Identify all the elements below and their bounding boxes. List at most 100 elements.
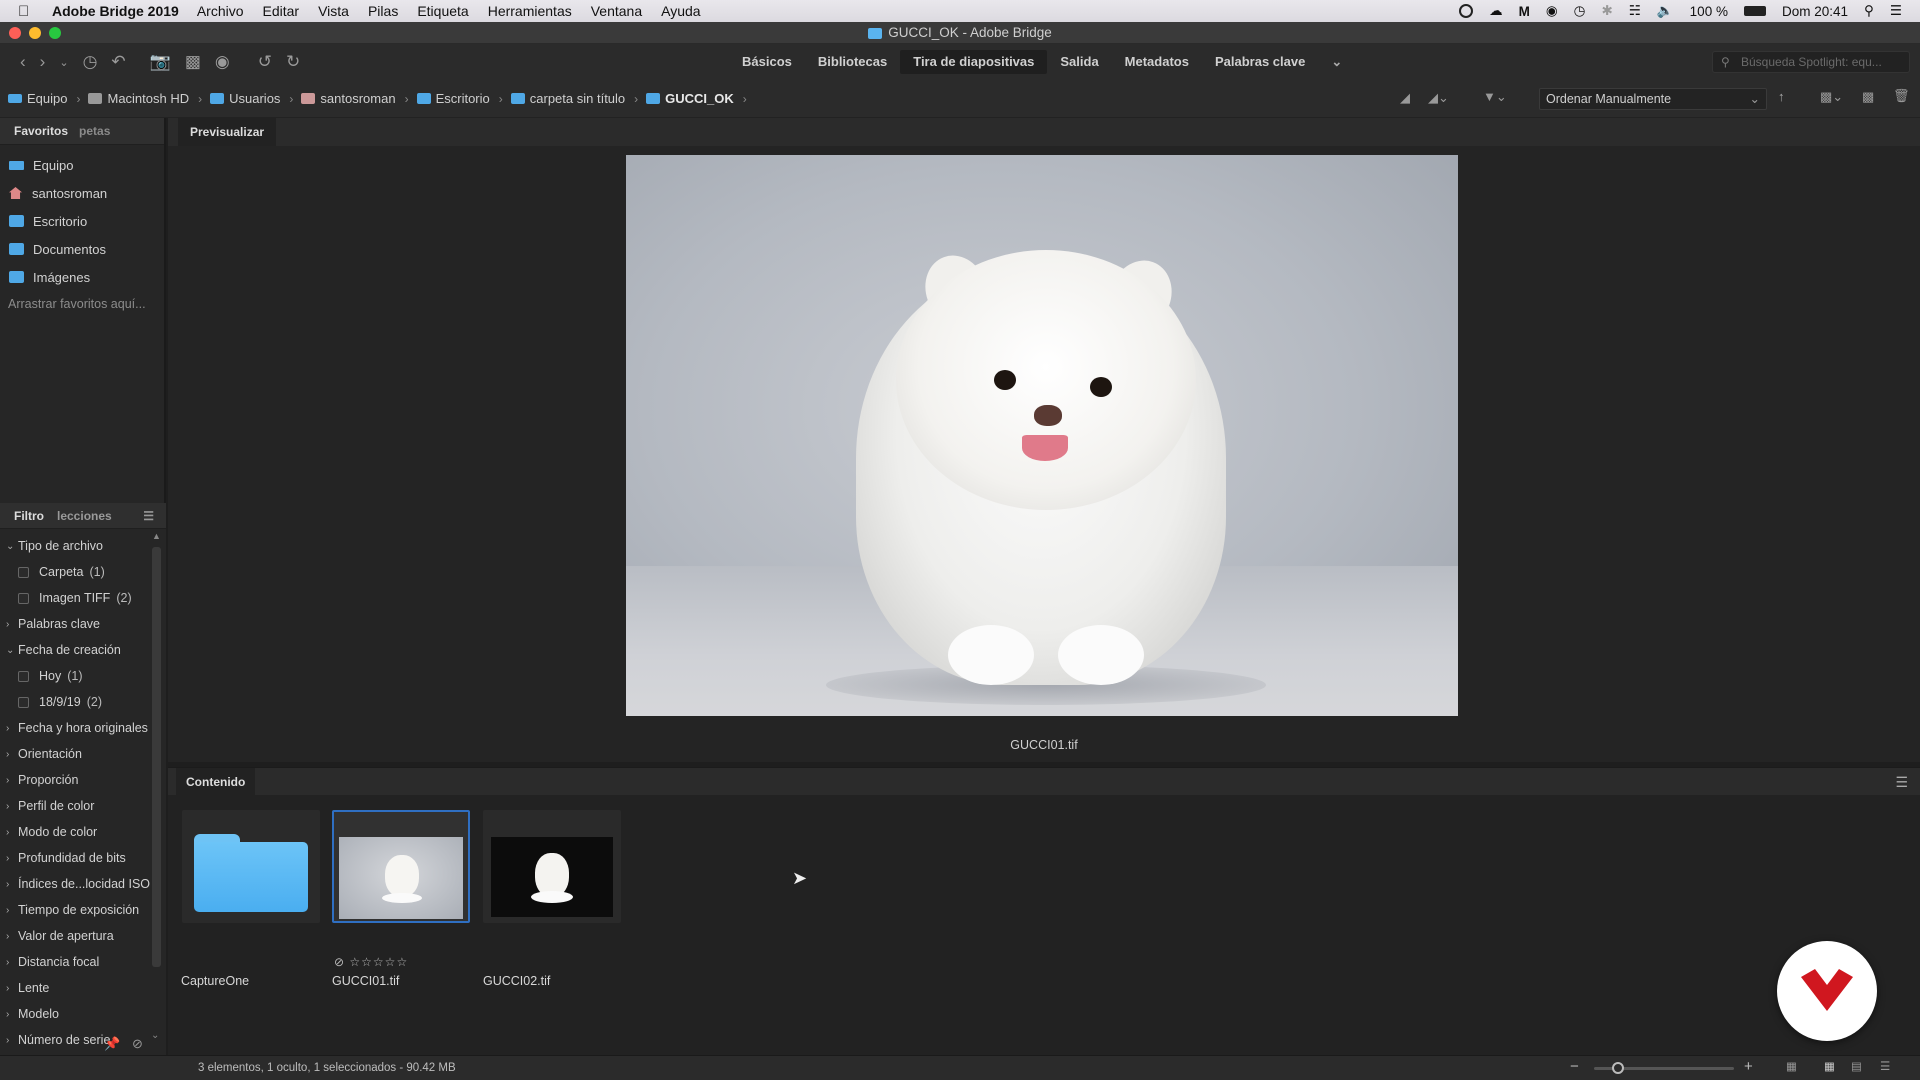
filter-scroll-down-icon[interactable]: ⌄ — [151, 1030, 159, 1041]
breadcrumb-escritorio[interactable]: Escritorio › — [416, 91, 503, 106]
rotate-right-icon[interactable]: ↻ — [286, 52, 300, 72]
reject-icon[interactable]: ⊘ — [334, 955, 345, 969]
filter-option[interactable]: 18/9/19 (2) — [0, 689, 166, 715]
menu-etiqueta[interactable]: Etiqueta — [417, 3, 468, 19]
workspace-more-chevron-icon[interactable]: ⌄ — [1318, 50, 1355, 74]
thumbnail-captureone[interactable] — [182, 810, 320, 923]
chevron-right-icon[interactable]: › — [6, 749, 18, 760]
chevron-right-icon[interactable]: › — [6, 879, 18, 890]
spotlight-icon[interactable]: ⚲ — [1864, 3, 1874, 19]
favorite-equipo[interactable]: Equipo — [0, 151, 164, 179]
menu-archivo[interactable]: Archivo — [197, 3, 244, 19]
filter-category[interactable]: › Orientación — [0, 741, 166, 767]
panel-menu-icon[interactable]: ☰ — [1895, 774, 1908, 791]
new-folder-dropdown-icon[interactable]: ▩⌄ — [1820, 89, 1843, 105]
chevron-right-icon[interactable]: › — [6, 619, 18, 630]
details-view-icon[interactable]: ▤ — [1851, 1059, 1862, 1073]
filter-category[interactable]: › Modelo — [0, 1001, 166, 1027]
clock[interactable]: Dom 20:41 — [1782, 4, 1848, 19]
app-menu[interactable]: Adobe Bridge 2019 — [52, 3, 179, 19]
favorite-santosroman[interactable]: santosroman — [0, 179, 164, 207]
chevron-down-icon[interactable]: ⌄ — [6, 541, 18, 552]
filter-category[interactable]: › Palabras clave — [0, 611, 166, 637]
thumbnail-size-slider[interactable] — [1594, 1062, 1734, 1074]
workspace-salida[interactable]: Salida — [1047, 50, 1111, 74]
menu-ayuda[interactable]: Ayuda — [661, 3, 700, 19]
rating-filter-icon[interactable]: ◢⌄ — [1428, 90, 1449, 106]
chevron-right-icon[interactable]: › — [6, 801, 18, 812]
tab-colecciones[interactable]: lecciones — [44, 509, 112, 523]
minimize-window-button[interactable] — [29, 27, 41, 39]
chevron-down-icon[interactable]: ⌄ — [59, 56, 68, 69]
tab-carpetas[interactable]: petas — [75, 124, 110, 138]
filter-category[interactable]: › Proporción — [0, 767, 166, 793]
thumbnail-view-icon[interactable]: ▦ — [1824, 1059, 1835, 1073]
chevron-right-icon[interactable]: › — [6, 1035, 18, 1046]
notification-center-icon[interactable]: ☰ — [1890, 3, 1902, 19]
favorite-imagenes[interactable]: Imágenes — [0, 263, 164, 291]
breadcrumb-carpeta-sin-titulo[interactable]: carpeta sin título › — [510, 91, 638, 106]
record-icon[interactable] — [1459, 4, 1474, 18]
chevron-right-icon[interactable]: › — [6, 775, 18, 786]
filter-category[interactable]: › Profundidad de bits — [0, 845, 166, 871]
tab-previsualizar[interactable]: Previsualizar — [178, 118, 277, 146]
filter-checkbox[interactable] — [18, 592, 29, 604]
creative-cloud-icon[interactable]: ☁ — [1489, 3, 1503, 19]
thumbnail-gucci02[interactable] — [483, 810, 621, 923]
filter-category[interactable]: ⌄ Tipo de archivo — [0, 533, 166, 559]
airdrop-icon[interactable]: ◉ — [1546, 3, 1558, 19]
chevron-right-icon[interactable]: › — [6, 983, 18, 994]
forward-icon[interactable]: › — [40, 52, 46, 72]
zoom-window-button[interactable] — [49, 27, 61, 39]
clear-filter-icon[interactable]: ⊘ — [132, 1036, 143, 1052]
filter-category[interactable]: › Fecha y hora originales — [0, 715, 166, 741]
filter-category[interactable]: › Valor de apertura — [0, 923, 166, 949]
filter-scroll-up-icon[interactable]: ▲ — [152, 531, 161, 541]
filter-option[interactable]: Carpeta (1) — [0, 559, 166, 585]
recent-files-icon[interactable]: ◷ — [83, 52, 98, 72]
menu-herramientas[interactable]: Herramientas — [488, 3, 572, 19]
breadcrumb-gucci-ok[interactable]: GUCCI_OK › — [646, 91, 747, 106]
apple-menu-icon[interactable]:  — [18, 3, 40, 20]
slider-knob[interactable] — [1612, 1062, 1624, 1074]
back-icon[interactable]: ‹ — [20, 52, 26, 72]
list-view-icon[interactable]: ☰ — [1880, 1059, 1890, 1073]
filter-funnel-icon[interactable]: ▼⌄ — [1483, 89, 1507, 105]
sort-dropdown[interactable]: Ordenar Manualmente ⌄ — [1539, 88, 1767, 110]
workspace-bibliotecas[interactable]: Bibliotecas — [805, 50, 900, 74]
camera-import-icon[interactable]: 📷 — [150, 52, 171, 72]
chevron-right-icon[interactable]: › — [6, 957, 18, 968]
preview-image-pomeranian[interactable] — [626, 155, 1458, 716]
sort-ascending-icon[interactable]: ↑ — [1778, 89, 1785, 104]
filter-checkbox[interactable] — [18, 670, 29, 682]
volume-icon[interactable]: 🔈 — [1657, 3, 1674, 19]
tab-contenido[interactable]: Contenido — [176, 768, 256, 796]
trash-icon[interactable]: 🗑 — [1893, 88, 1910, 104]
workspace-tira-de-diapositivas[interactable]: Tira de diapositivas — [900, 50, 1048, 74]
filter-option[interactable]: Imagen TIFF (2) — [0, 585, 166, 611]
chevron-right-icon[interactable]: › — [6, 931, 18, 942]
tab-favoritos[interactable]: Favoritos — [0, 124, 75, 138]
close-window-button[interactable] — [9, 27, 21, 39]
filter-category[interactable]: › Perfil de color — [0, 793, 166, 819]
menu-ventana[interactable]: Ventana — [591, 3, 642, 19]
filter-scrollbar[interactable] — [152, 547, 161, 967]
filter-category[interactable]: › Distancia focal — [0, 949, 166, 975]
chevron-right-icon[interactable]: › — [6, 905, 18, 916]
favorite-documentos[interactable]: Documentos — [0, 235, 164, 263]
chevron-right-icon[interactable]: › — [6, 827, 18, 838]
workspace-palabras-clave[interactable]: Palabras clave — [1202, 50, 1318, 74]
zoom-out-icon[interactable]: − — [1570, 1058, 1579, 1075]
filter-category[interactable]: › Tiempo de exposición — [0, 897, 166, 923]
breadcrumb-santosroman[interactable]: santosroman › — [301, 91, 409, 106]
grid-lock-icon[interactable]: ▦ — [1786, 1059, 1797, 1073]
battery-percent[interactable]: 100 % — [1690, 4, 1728, 19]
bluetooth-icon[interactable]: ✱ — [1601, 3, 1612, 19]
breadcrumb-equipo[interactable]: Equipo › — [8, 91, 80, 106]
menu-pilas[interactable]: Pilas — [368, 3, 398, 19]
open-in-camera-raw-icon[interactable]: ◉ — [215, 52, 230, 72]
filter-category[interactable]: › Modo de color — [0, 819, 166, 845]
favorite-escritorio[interactable]: Escritorio — [0, 207, 164, 235]
menu-editar[interactable]: Editar — [263, 3, 300, 19]
rotate-left-icon[interactable]: ↺ — [258, 52, 272, 72]
